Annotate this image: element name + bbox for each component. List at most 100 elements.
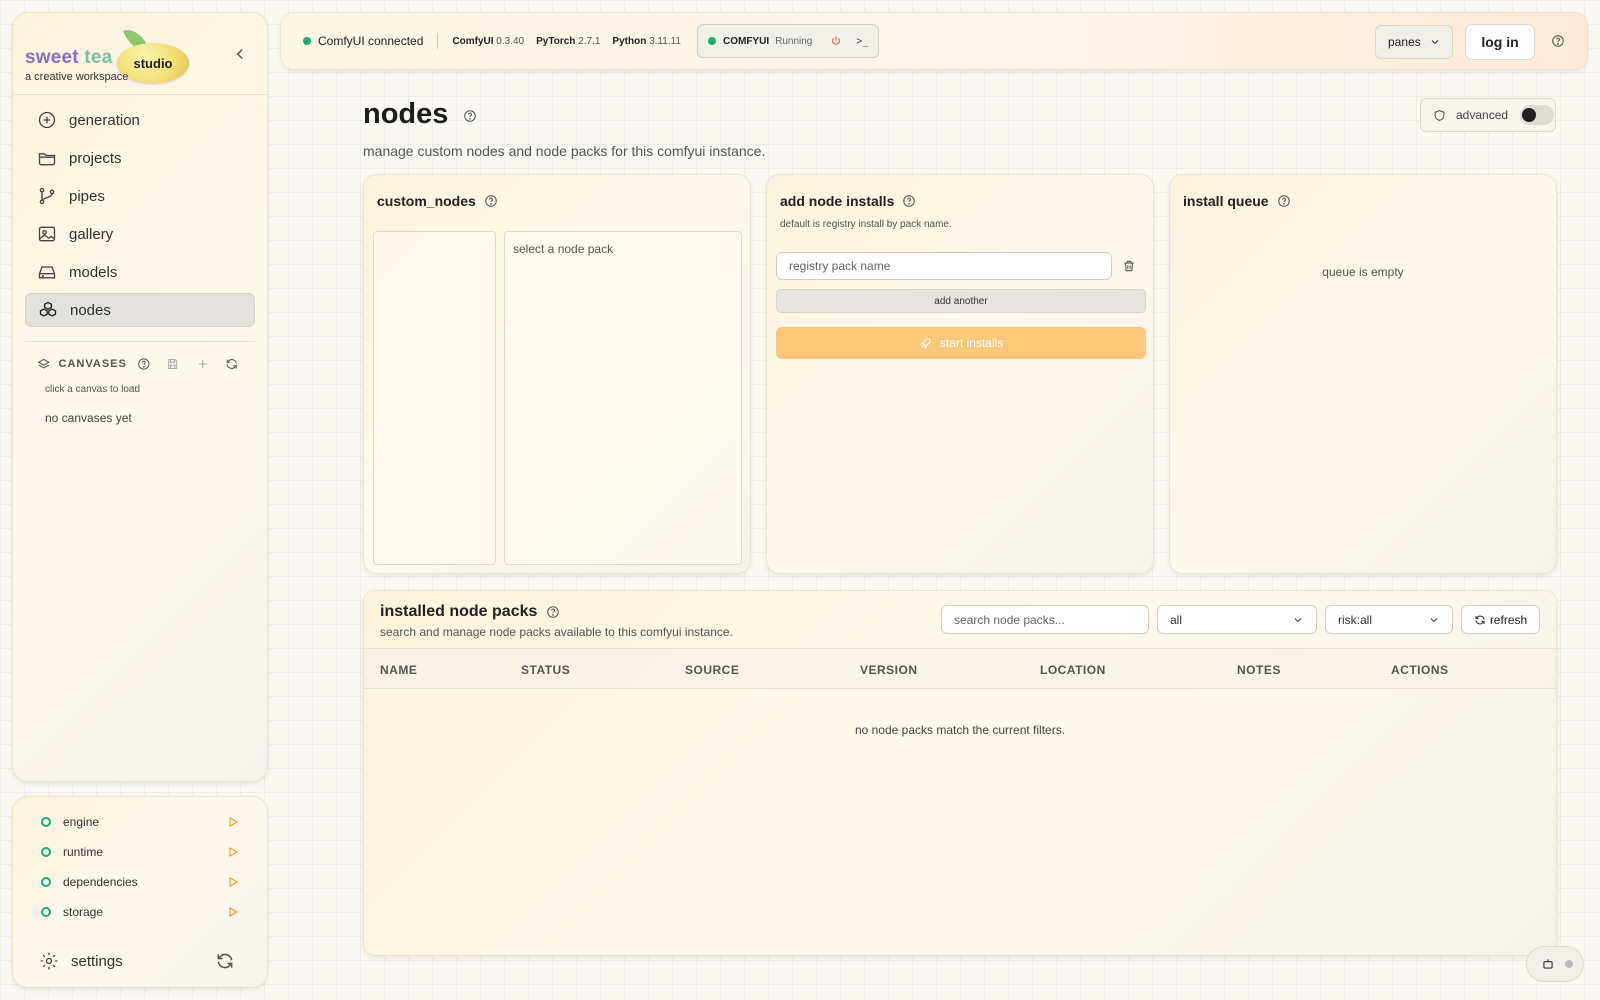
installed-node-packs-panel: installed node packs search and manage n… <box>363 590 1557 956</box>
bot-icon <box>1543 959 1553 969</box>
nav-label: gallery <box>69 225 114 243</box>
brand-sweet: sweet <box>25 47 79 68</box>
refresh-canvases-icon[interactable] <box>225 356 239 372</box>
page-title: nodes <box>363 98 449 130</box>
terminal-icon[interactable]: >_ <box>856 36 868 47</box>
plus-circle-icon <box>38 111 56 129</box>
node-pack-list[interactable] <box>373 231 496 565</box>
refresh-button[interactable]: refresh <box>1461 605 1540 634</box>
registry-pack-input[interactable]: registry pack name <box>776 252 1112 280</box>
brand-tagline: a creative workspace <box>25 71 129 83</box>
column-header-source[interactable]: SOURCE <box>685 663 739 677</box>
play-icon[interactable] <box>227 906 239 918</box>
search-node-packs-input[interactable]: search node packs... <box>941 605 1149 634</box>
page-header: nodes manage custom nodes and node packs… <box>363 98 765 159</box>
help-icon[interactable] <box>137 356 151 372</box>
collapse-sidebar-icon[interactable] <box>231 45 249 63</box>
system-status-panel: engine runtime dependencies storage sett… <box>12 796 268 988</box>
gear-icon <box>40 952 58 970</box>
status-filter-select[interactable]: all <box>1157 605 1317 634</box>
status-label: storage <box>63 905 104 919</box>
status-dot <box>707 37 716 45</box>
status-item-dependencies[interactable]: dependencies <box>13 867 267 897</box>
chevron-down-icon <box>1431 40 1439 45</box>
nav-label: pipes <box>69 187 105 205</box>
nav-item-generation[interactable]: generation <box>25 103 255 137</box>
hard-drive-icon <box>38 266 56 279</box>
column-header-location[interactable]: LOCATION <box>1040 663 1106 677</box>
main-nav: generation projects pipes gallery models… <box>13 95 267 339</box>
help-icon[interactable] <box>1277 194 1291 208</box>
nav-label: projects <box>69 149 122 167</box>
chevron-down-icon <box>1430 618 1438 623</box>
folder-icon <box>38 153 56 166</box>
settings-label: settings <box>71 952 123 970</box>
nav-item-gallery[interactable]: gallery <box>25 217 255 251</box>
comfyui-label: COMFYUI <box>722 35 770 47</box>
column-header-name[interactable]: NAME <box>380 663 417 677</box>
comfyui-process-control: COMFYUI Running >_ <box>696 24 880 58</box>
login-button[interactable]: log in <box>1465 24 1535 60</box>
nav-item-projects[interactable]: projects <box>25 141 255 175</box>
canvases-hint: click a canvas to load <box>45 384 141 395</box>
column-header-status[interactable]: STATUS <box>521 663 570 677</box>
add-another-button[interactable]: add another <box>776 289 1146 313</box>
column-header-notes[interactable]: NOTES <box>1237 663 1281 677</box>
packs-empty-message: no node packs match the current filters. <box>854 723 1066 737</box>
status-ok-icon <box>41 817 51 827</box>
connection-label: ComfyUI connected <box>318 34 424 48</box>
column-header-version[interactable]: VERSION <box>860 663 918 677</box>
help-icon[interactable] <box>1551 34 1565 48</box>
divider <box>437 33 439 49</box>
advanced-toggle-box: advanced <box>1420 98 1556 132</box>
save-canvas-icon[interactable] <box>166 356 180 372</box>
status-item-engine[interactable]: engine <box>13 807 267 837</box>
status-item-storage[interactable]: storage <box>13 897 267 927</box>
brand-logo[interactable]: sweet tea studio a creative workspace <box>13 13 267 95</box>
status-label: engine <box>63 815 100 829</box>
custom-nodes-panel: custom_nodes select a node pack <box>363 174 751 574</box>
status-ok-icon <box>41 847 51 857</box>
settings-button[interactable]: settings <box>13 945 267 977</box>
risk-filter-select[interactable]: risk:all <box>1325 605 1453 634</box>
install-queue-panel: install queue queue is empty <box>1169 174 1557 574</box>
nav-item-pipes[interactable]: pipes <box>25 179 255 213</box>
status-item-runtime[interactable]: runtime <box>13 837 267 867</box>
panel-title: add node installs <box>780 193 895 209</box>
play-icon[interactable] <box>227 846 239 858</box>
advanced-toggle[interactable] <box>1520 105 1555 125</box>
play-icon[interactable] <box>227 816 239 828</box>
help-icon[interactable] <box>902 194 916 208</box>
nav-item-nodes[interactable]: nodes <box>25 293 255 327</box>
queue-empty-message: queue is empty <box>1322 265 1404 279</box>
canvases-empty: no canvases yet <box>45 411 132 425</box>
page-subtitle: manage custom nodes and node packs for t… <box>363 143 766 159</box>
refresh-label: refresh <box>1489 612 1528 627</box>
help-icon[interactable] <box>546 605 560 619</box>
comfyui-state: Running <box>775 35 813 47</box>
nav-label: nodes <box>70 301 111 319</box>
help-icon[interactable] <box>463 109 477 123</box>
help-icon[interactable] <box>484 194 498 208</box>
trash-icon[interactable] <box>1122 259 1136 273</box>
assistant-button[interactable] <box>1526 946 1584 982</box>
status-dot <box>1565 960 1573 968</box>
image-icon <box>38 226 56 242</box>
play-icon[interactable] <box>227 876 239 888</box>
brand-tea: tea <box>84 47 113 68</box>
sidebar: sweet tea studio a creative workspace ge… <box>12 12 268 782</box>
chevron-down-icon <box>1294 618 1302 623</box>
layers-icon <box>37 358 50 369</box>
status-dot <box>303 37 311 45</box>
refresh-icon[interactable] <box>215 951 235 971</box>
add-installs-panel: add node installs default is registry in… <box>766 174 1154 574</box>
node-pack-detail: select a node pack <box>504 231 742 565</box>
panes-dropdown[interactable]: panes <box>1375 25 1453 59</box>
start-installs-label: start installs <box>939 336 1004 350</box>
panes-label: panes <box>1388 35 1421 49</box>
add-canvas-icon[interactable] <box>196 356 210 372</box>
start-installs-button[interactable]: start installs <box>776 327 1146 359</box>
nav-item-models[interactable]: models <box>25 255 255 289</box>
install-hint: default is registry install by pack name… <box>780 219 952 230</box>
power-icon[interactable] <box>830 35 842 47</box>
